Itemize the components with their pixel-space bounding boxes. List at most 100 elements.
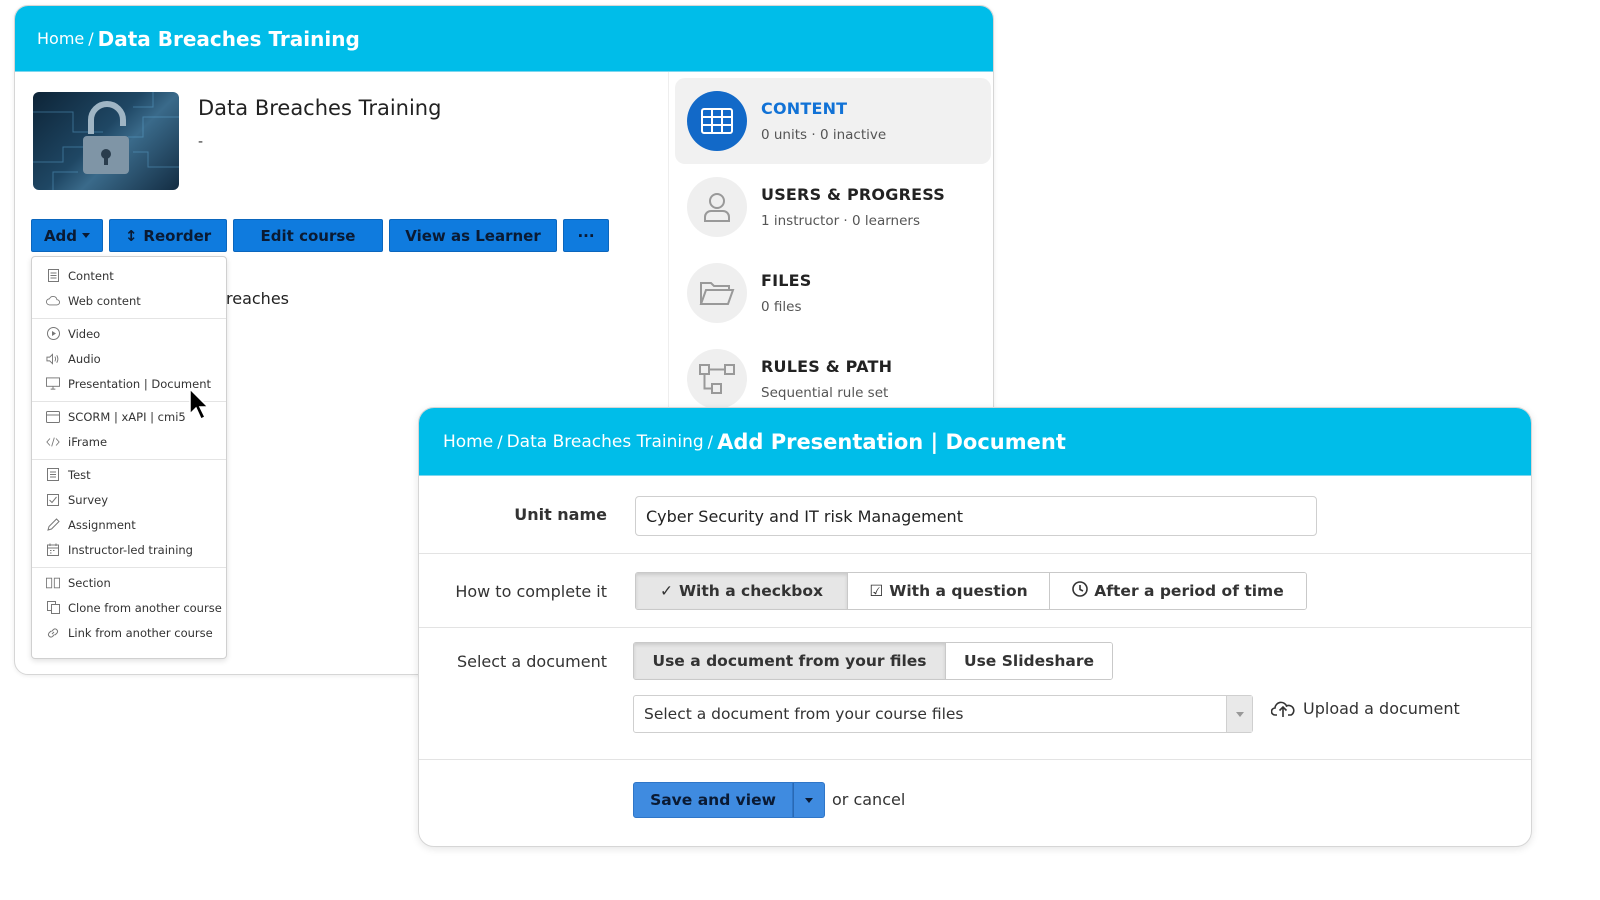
menu-item-content[interactable]: Content	[32, 263, 226, 288]
sidebar-card-title: CONTENT	[761, 99, 848, 118]
option-label: With a question	[889, 582, 1028, 600]
menu-item-label: Video	[68, 326, 101, 341]
menu-item-web-content[interactable]: Web content	[32, 288, 226, 313]
menu-item-survey[interactable]: Survey	[32, 487, 226, 512]
upload-document-link[interactable]: Upload a document	[1271, 698, 1460, 718]
grid-icon	[687, 91, 747, 151]
menu-item-label: Link from another course	[68, 625, 213, 640]
clone-icon	[46, 601, 60, 615]
sidebar-card-content[interactable]: CONTENT 0 units · 0 inactive	[675, 78, 991, 164]
user-icon	[687, 177, 747, 237]
sidebar-card-title: USERS & PROGRESS	[761, 185, 945, 204]
select-caret-icon	[1226, 696, 1252, 732]
option-label: After a period of time	[1094, 582, 1284, 600]
speaker-icon	[46, 352, 60, 366]
menu-item-clone[interactable]: Clone from another course	[32, 595, 226, 620]
unit-name-row: Unit name Cyber Security and IT risk Man…	[419, 476, 1531, 554]
breadcrumb-separator: /	[707, 432, 714, 451]
menu-item-label: Test	[68, 467, 91, 482]
option-use-files[interactable]: Use a document from your files	[634, 643, 946, 679]
add-menu-group: Test Survey Assignment Instructor-led tr…	[32, 460, 226, 568]
save-and-view-button[interactable]: Save and view	[633, 782, 793, 818]
menu-item-label: Content	[68, 268, 114, 283]
menu-item-label: Clone from another course	[68, 600, 222, 615]
reorder-button-label: Reorder	[143, 226, 212, 245]
checkmark-icon: ✓	[659, 582, 673, 600]
more-options-button[interactable]: ···	[563, 219, 609, 252]
menu-item-video[interactable]: Video	[32, 321, 226, 346]
test-icon	[46, 468, 60, 482]
sidebar-card-files[interactable]: FILES 0 files	[675, 250, 991, 336]
breadcrumb-home[interactable]: Home	[443, 432, 493, 452]
sidebar-card-subtitle: 1 instructor · 0 learners	[761, 213, 920, 229]
breadcrumb-separator: /	[88, 29, 94, 48]
completion-row: How to complete it ✓ With a checkbox ☑ W…	[419, 554, 1531, 628]
completion-options: ✓ With a checkbox ☑ With a question Afte…	[635, 572, 1307, 610]
upload-document-label: Upload a document	[1303, 698, 1460, 718]
menu-item-label: SCORM | xAPI | cmi5	[68, 409, 186, 424]
document-icon	[46, 269, 60, 283]
menu-item-assignment[interactable]: Assignment	[32, 512, 226, 537]
view-as-learner-button[interactable]: View as Learner	[389, 219, 557, 252]
menu-item-label: Survey	[68, 492, 109, 507]
completion-label: How to complete it	[455, 582, 607, 601]
unit-name-label: Unit name	[514, 505, 607, 524]
section-icon	[46, 576, 60, 590]
menu-item-link[interactable]: Link from another course	[32, 620, 226, 645]
course-description: -	[198, 134, 204, 150]
add-presentation-dialog: Home / Data Breaches Training / Add Pres…	[418, 407, 1532, 847]
sidebar-card-subtitle: 0 files	[761, 299, 802, 315]
breadcrumb-course[interactable]: Data Breaches Training	[507, 432, 704, 452]
caret-down-icon	[805, 797, 813, 803]
menu-item-iframe[interactable]: iFrame	[32, 429, 226, 454]
dialog-header: Home / Data Breaches Training / Add Pres…	[419, 408, 1531, 476]
edit-course-button[interactable]: Edit course	[233, 219, 383, 252]
reorder-button[interactable]: ↕ Reorder	[109, 219, 227, 252]
breadcrumb-current: Add Presentation | Document	[717, 429, 1066, 454]
play-icon	[46, 327, 60, 341]
add-menu: Content Web content Video Audio Presenta…	[31, 256, 227, 659]
document-source-options: Use a document from your files Use Slide…	[633, 642, 1113, 680]
pencil-icon	[46, 518, 60, 532]
menu-item-label: Assignment	[68, 517, 136, 532]
add-button-label: Add	[43, 226, 78, 245]
menu-item-audio[interactable]: Audio	[32, 346, 226, 371]
cloud-icon	[46, 294, 60, 308]
menu-item-instructor-led-training[interactable]: Instructor-led training	[32, 537, 226, 562]
presentation-icon	[46, 377, 60, 391]
menu-item-label: Instructor-led training	[68, 542, 193, 557]
sidebar-card-subtitle: Sequential rule set	[761, 385, 889, 401]
save-button-group: Save and view	[633, 782, 825, 818]
menu-item-label: Audio	[68, 351, 101, 366]
cancel-link[interactable]: or cancel	[832, 790, 905, 809]
add-button[interactable]: Add	[31, 219, 103, 252]
breadcrumb-home[interactable]: Home	[37, 29, 84, 48]
path-icon	[687, 349, 747, 409]
option-use-slideshare[interactable]: Use Slideshare	[946, 643, 1112, 679]
caret-down-icon	[82, 233, 91, 238]
add-menu-group: Content Web content	[32, 261, 226, 319]
link-icon	[46, 626, 60, 640]
breadcrumb-separator: /	[497, 432, 503, 451]
document-select[interactable]: Select a document from your course files	[633, 695, 1253, 733]
save-options-button[interactable]	[793, 782, 825, 818]
option-after-period[interactable]: After a period of time	[1050, 573, 1306, 609]
menu-item-label: iFrame	[68, 434, 108, 449]
sidebar-card-users-progress[interactable]: USERS & PROGRESS 1 instructor · 0 learne…	[675, 164, 991, 250]
unit-name-input[interactable]: Cyber Security and IT risk Management	[635, 496, 1317, 536]
course-toolbar: Add ↕ Reorder Edit course View as Learne…	[31, 219, 609, 252]
calendar-icon	[46, 543, 60, 557]
option-with-question[interactable]: ☑ With a question	[848, 573, 1050, 609]
menu-item-test[interactable]: Test	[32, 462, 226, 487]
document-select-value: Select a document from your course files	[644, 705, 964, 723]
checked-box-icon: ☑	[869, 582, 884, 600]
menu-item-section[interactable]: Section	[32, 570, 226, 595]
menu-item-label: Section	[68, 575, 111, 590]
padlock-image-icon	[33, 92, 179, 190]
course-header: Home / Data Breaches Training	[15, 6, 993, 72]
option-with-checkbox[interactable]: ✓ With a checkbox	[636, 573, 848, 609]
breadcrumb-current: Data Breaches Training	[97, 26, 360, 51]
document-row: Select a document Use a document from yo…	[419, 628, 1531, 760]
menu-item-label: Web content	[68, 293, 141, 308]
document-label: Select a document	[456, 652, 607, 671]
